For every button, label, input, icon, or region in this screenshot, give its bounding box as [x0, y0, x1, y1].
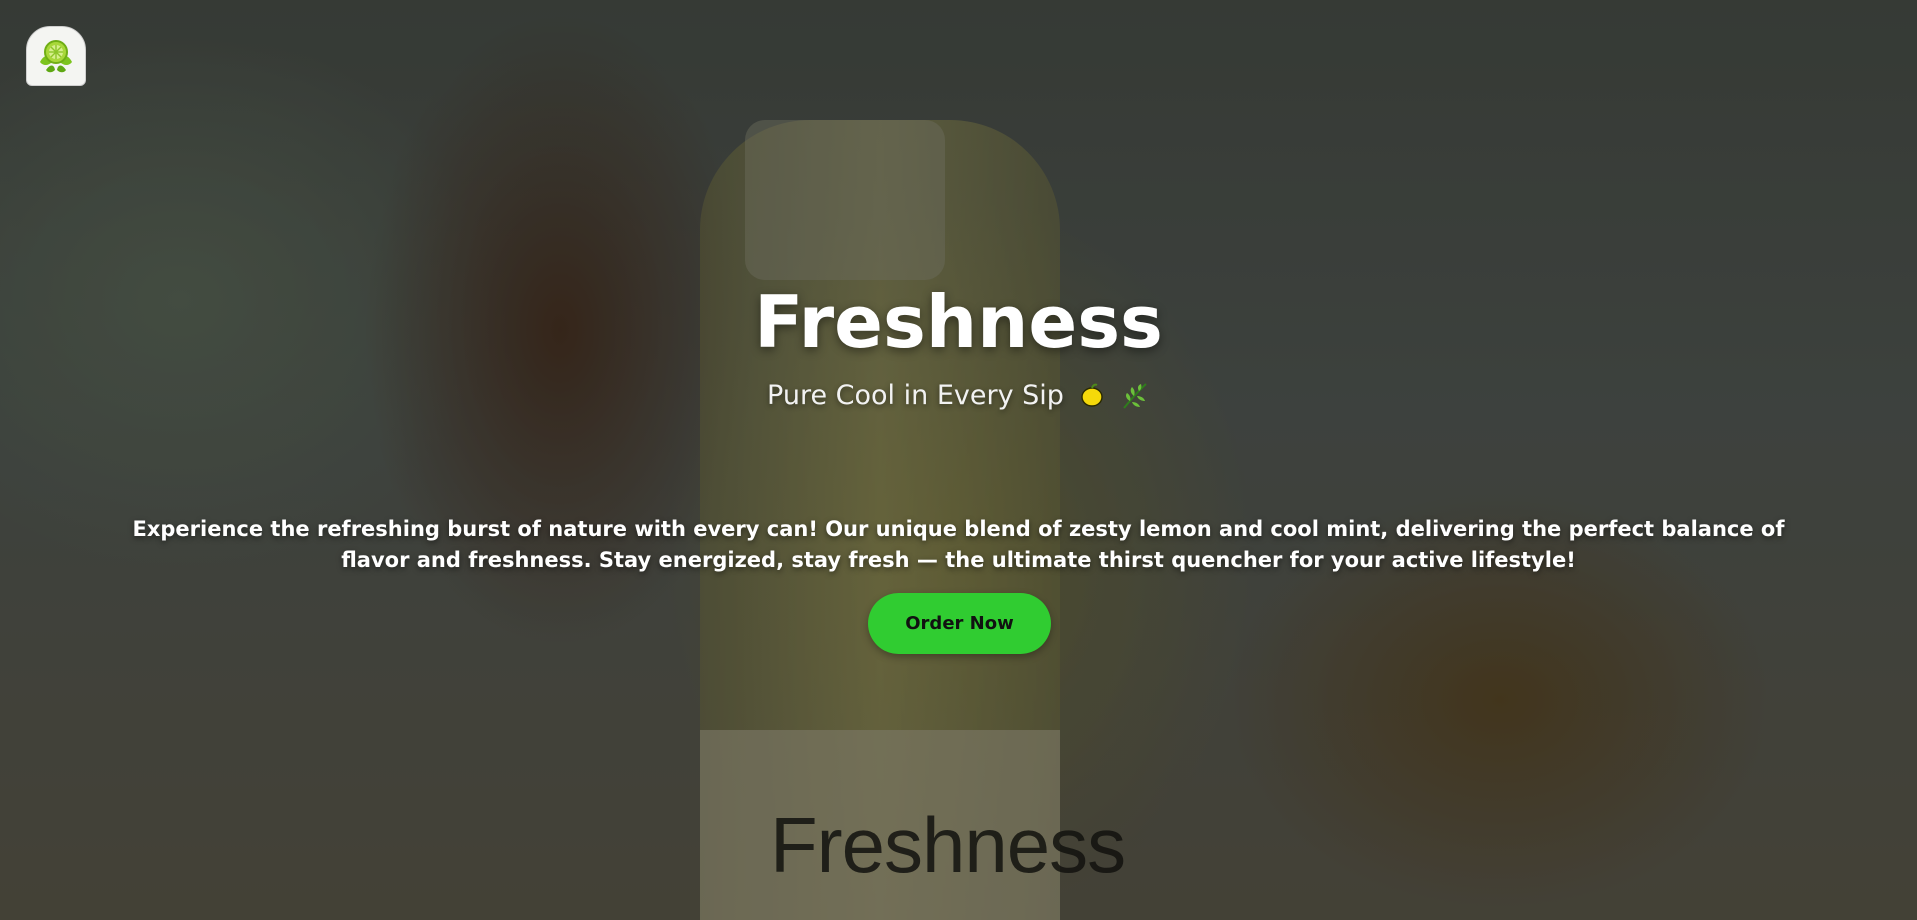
order-now-button[interactable]: Order Now [868, 593, 1051, 654]
hero-subtitle: Pure Cool in Every Sip [0, 380, 1917, 411]
hero-subtitle-text: Pure Cool in Every Sip [767, 380, 1064, 411]
hero-content: Freshness Pure Cool in Every Sip Experie… [0, 0, 1917, 920]
herb-leaf-icon [1120, 381, 1150, 411]
hero-section: Freshness Freshness Pure Cool in Every S… [0, 0, 1917, 920]
hero-title: Freshness [754, 280, 1163, 364]
hero-description: Experience the refreshing burst of natur… [132, 517, 1785, 572]
lemon-icon [1078, 382, 1106, 410]
